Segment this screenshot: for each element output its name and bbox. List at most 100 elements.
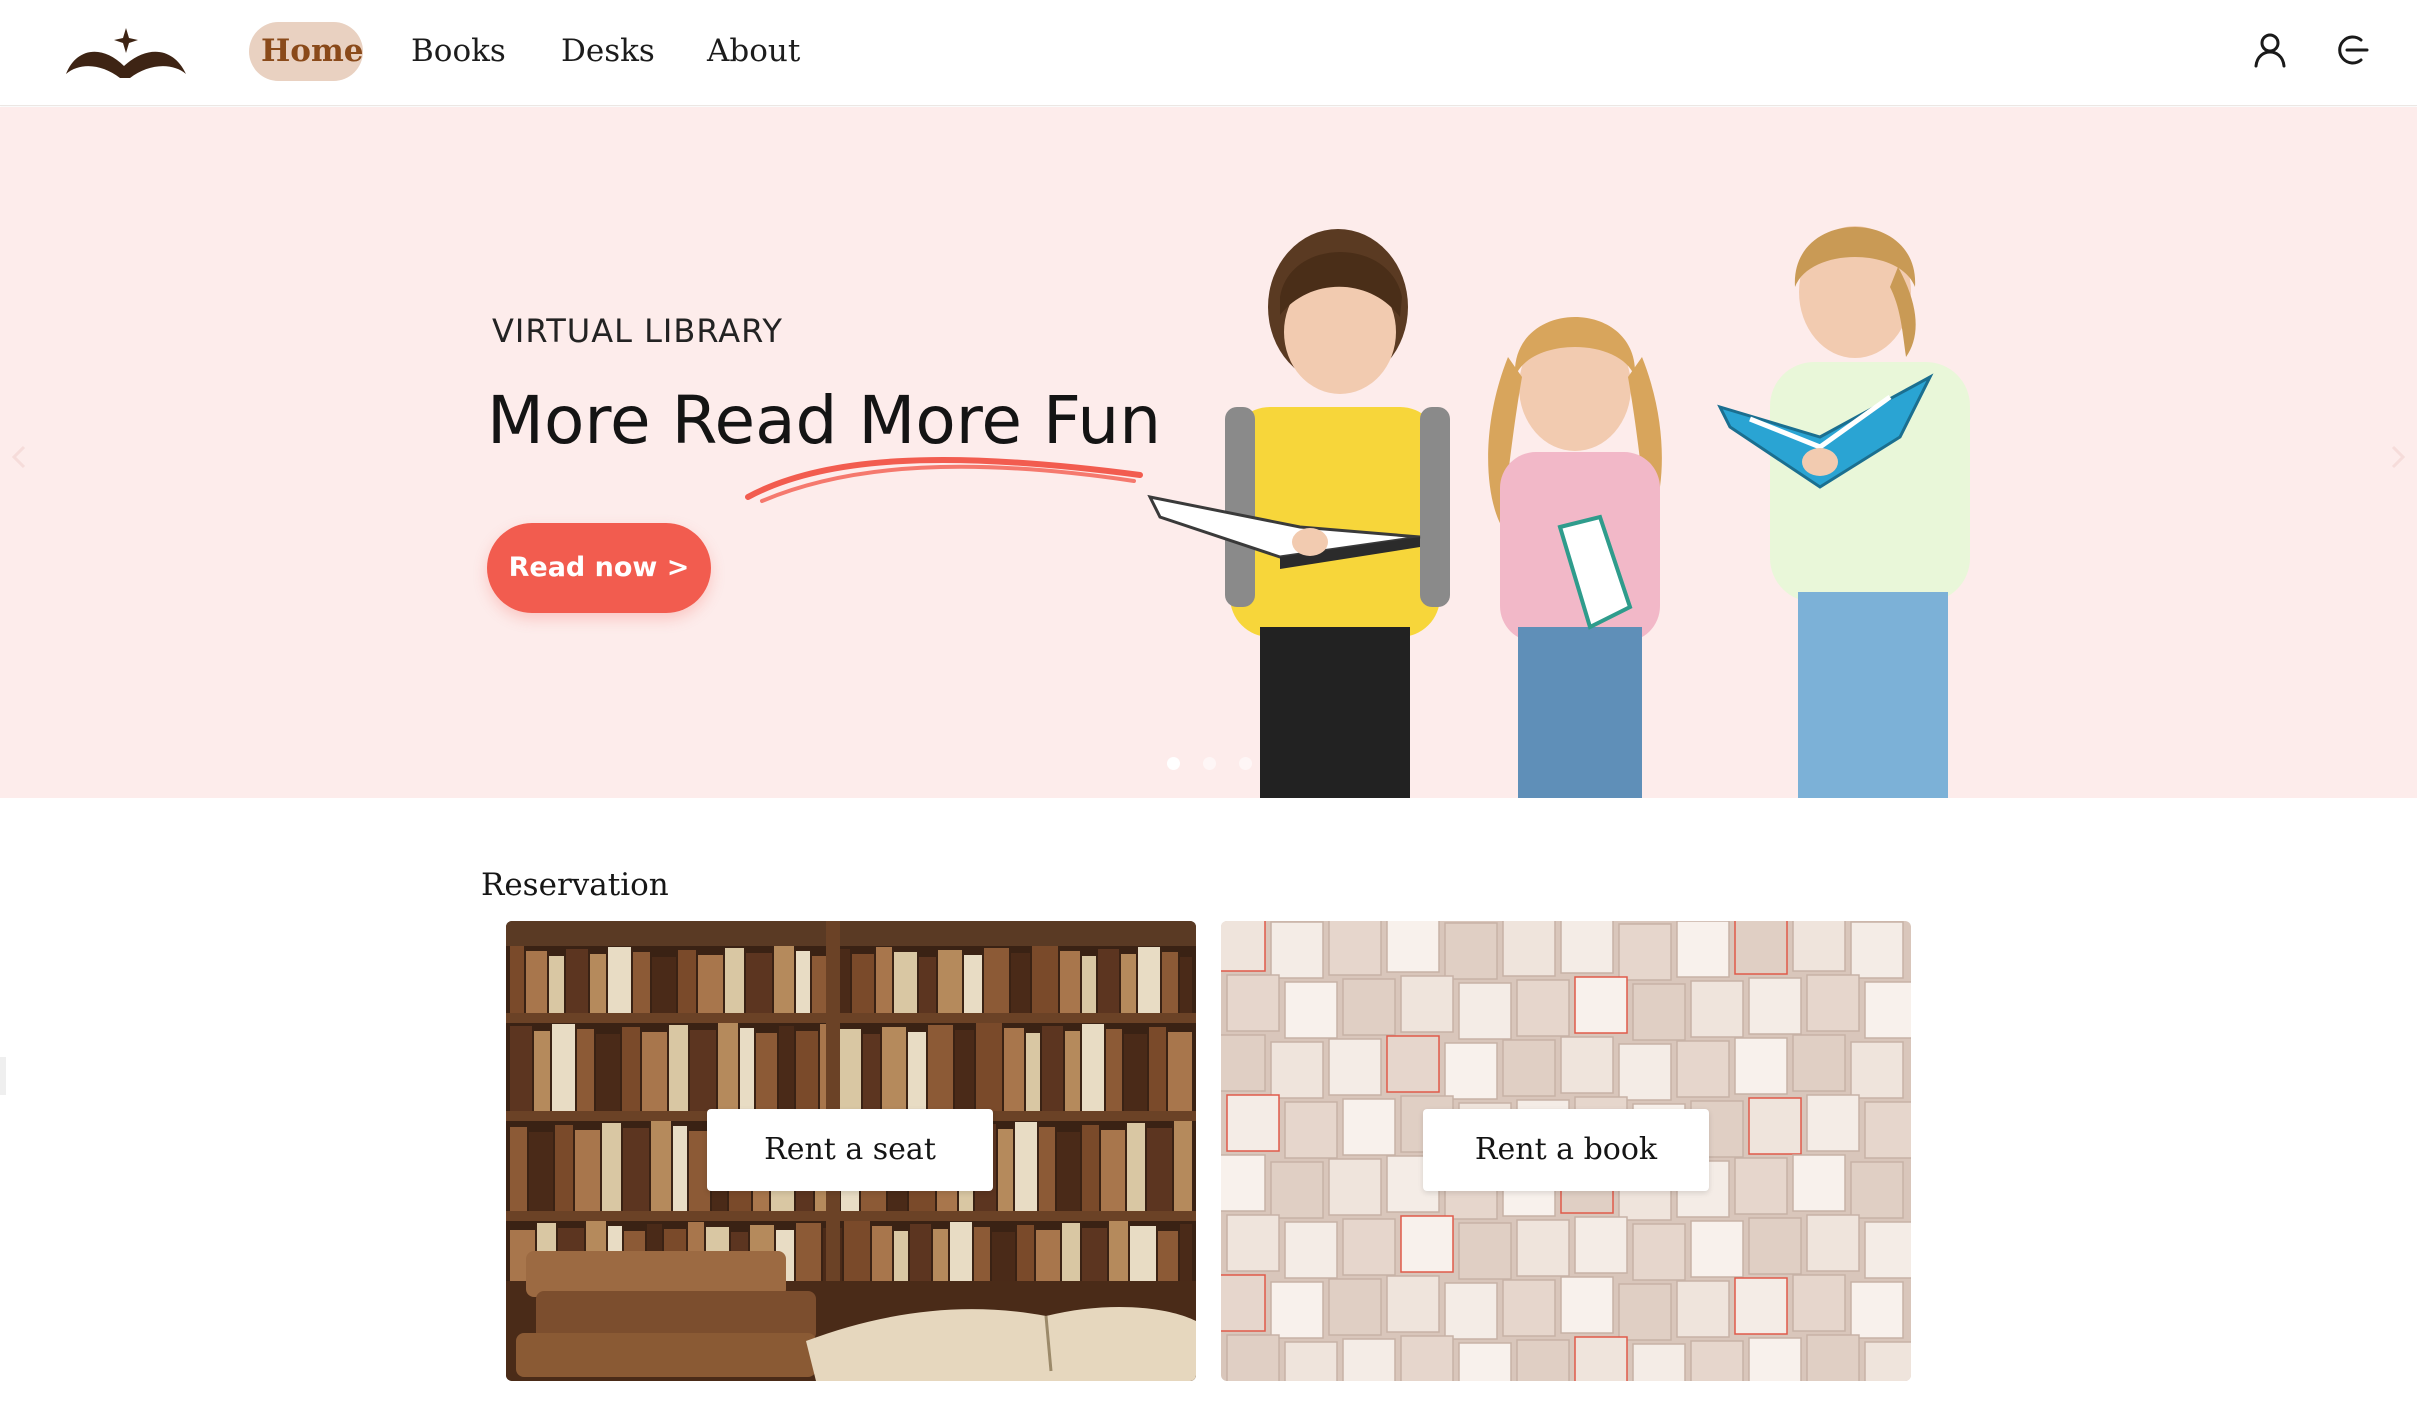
- book-spine: [1158, 1231, 1178, 1281]
- page-tile: [1864, 1341, 1911, 1381]
- page-tile: [1226, 1094, 1280, 1152]
- carousel-dot-3[interactable]: [1239, 757, 1252, 770]
- book-spine: [602, 1123, 621, 1211]
- nav-home-link[interactable]: Home: [249, 22, 364, 81]
- book-spine: [1101, 1130, 1125, 1211]
- book-spine: [642, 1032, 667, 1111]
- page-tile: [1792, 1274, 1846, 1332]
- page-tile: [1618, 923, 1672, 981]
- book-spine: [863, 1034, 880, 1111]
- page-tile: [1574, 1336, 1628, 1381]
- page-tile: [1458, 982, 1512, 1040]
- book-spine: [756, 1033, 777, 1111]
- book-spine: [838, 1029, 861, 1111]
- page-tile: [1734, 1277, 1788, 1335]
- book-spine: [1057, 1132, 1080, 1211]
- page-tile: [1864, 981, 1911, 1039]
- rent-book-card[interactable]: Rent a book: [1221, 921, 1911, 1381]
- rent-seat-label[interactable]: Rent a seat: [707, 1109, 993, 1191]
- page-tile: [1748, 1337, 1802, 1381]
- nav-about-link[interactable]: About: [707, 22, 800, 81]
- page-tile: [1502, 1279, 1556, 1337]
- nav-books-link[interactable]: Books: [411, 22, 506, 81]
- page-tile: [1458, 1342, 1512, 1381]
- page-tile: [1690, 1220, 1744, 1278]
- book-spine: [984, 948, 1009, 1013]
- book-spine: [1004, 1028, 1024, 1111]
- book-spine: [1124, 1034, 1147, 1111]
- page-tile: [1748, 1097, 1802, 1155]
- book-spine: [590, 954, 606, 1013]
- book-spine: [526, 951, 547, 1013]
- book-spine: [872, 1226, 892, 1281]
- page-tile: [1850, 1161, 1904, 1219]
- page-tile: [1342, 978, 1396, 1036]
- page-tile: [1221, 1274, 1266, 1332]
- page-tile: [1792, 921, 1846, 972]
- book-spine: [938, 950, 962, 1013]
- children-reading-illustration: [1147, 226, 1970, 798]
- book-spine: [1082, 1125, 1099, 1211]
- page-tile: [1792, 1154, 1846, 1212]
- book-spine: [1130, 1226, 1156, 1281]
- rent-book-label[interactable]: Rent a book: [1423, 1109, 1709, 1191]
- page-tile: [1806, 974, 1860, 1032]
- logout-icon[interactable]: [2331, 30, 2371, 70]
- page-tile: [1458, 1222, 1512, 1280]
- book-spine: [623, 1128, 649, 1211]
- read-now-button[interactable]: Read now >: [487, 523, 711, 613]
- book-spine: [1060, 951, 1080, 1013]
- page-tile: [1690, 1340, 1744, 1381]
- book-spine: [577, 1029, 594, 1111]
- page-tile: [1516, 1219, 1570, 1277]
- book-spine: [950, 1222, 972, 1281]
- carousel-dot-2[interactable]: [1203, 757, 1216, 770]
- book-spine: [919, 957, 936, 1013]
- page-tile: [1226, 974, 1280, 1032]
- book-spine: [1149, 1027, 1166, 1111]
- book-spine: [796, 1031, 818, 1111]
- rent-seat-card[interactable]: Rent a seat: [506, 921, 1196, 1381]
- book-spine: [1011, 953, 1030, 1013]
- book-spine: [976, 1023, 1002, 1111]
- page-tile: [1734, 1157, 1788, 1215]
- page-tile: [1864, 1101, 1911, 1159]
- page-tile: [1284, 1341, 1338, 1381]
- page-tile: [1270, 1281, 1324, 1339]
- book-spine: [1042, 1026, 1063, 1111]
- carousel-next-icon[interactable]: [2385, 437, 2411, 477]
- page-tile: [1690, 980, 1744, 1038]
- side-edge-tab[interactable]: [0, 1057, 6, 1095]
- book-spine: [974, 1227, 990, 1281]
- page-tile: [1632, 1223, 1686, 1281]
- book-spine: [955, 1030, 974, 1111]
- library-logo-icon[interactable]: [62, 20, 190, 84]
- page-tile: [1284, 1101, 1338, 1159]
- page-tile: [1444, 1042, 1498, 1100]
- page-tile: [1270, 1041, 1324, 1099]
- page-tile: [1270, 921, 1324, 979]
- book-spine: [928, 1025, 953, 1111]
- book-spine: [678, 950, 696, 1013]
- page-tile: [1444, 1282, 1498, 1340]
- book-spine: [549, 956, 564, 1013]
- page-tile: [1328, 1158, 1382, 1216]
- book-spine: [1015, 1122, 1037, 1211]
- book-spine: [1026, 1033, 1040, 1111]
- book-spine: [529, 1132, 553, 1211]
- book-spine: [566, 949, 588, 1013]
- page-tile: [1560, 1276, 1614, 1334]
- book-spine: [1098, 949, 1119, 1013]
- user-icon[interactable]: [2250, 30, 2290, 70]
- book-spine: [908, 1032, 926, 1111]
- page-tile: [1444, 922, 1498, 980]
- hero-carousel: VIRTUAL LIBRARY More Read More Fun Read …: [0, 107, 2417, 798]
- page-tile: [1342, 1098, 1396, 1156]
- nav-desks-link[interactable]: Desks: [561, 22, 655, 81]
- carousel-prev-icon[interactable]: [6, 437, 32, 477]
- carousel-dot-1[interactable]: [1167, 757, 1180, 770]
- book-spine: [1180, 957, 1192, 1013]
- book-spine: [740, 1028, 754, 1111]
- page-tile: [1270, 1161, 1324, 1219]
- book-spine: [1017, 1225, 1034, 1281]
